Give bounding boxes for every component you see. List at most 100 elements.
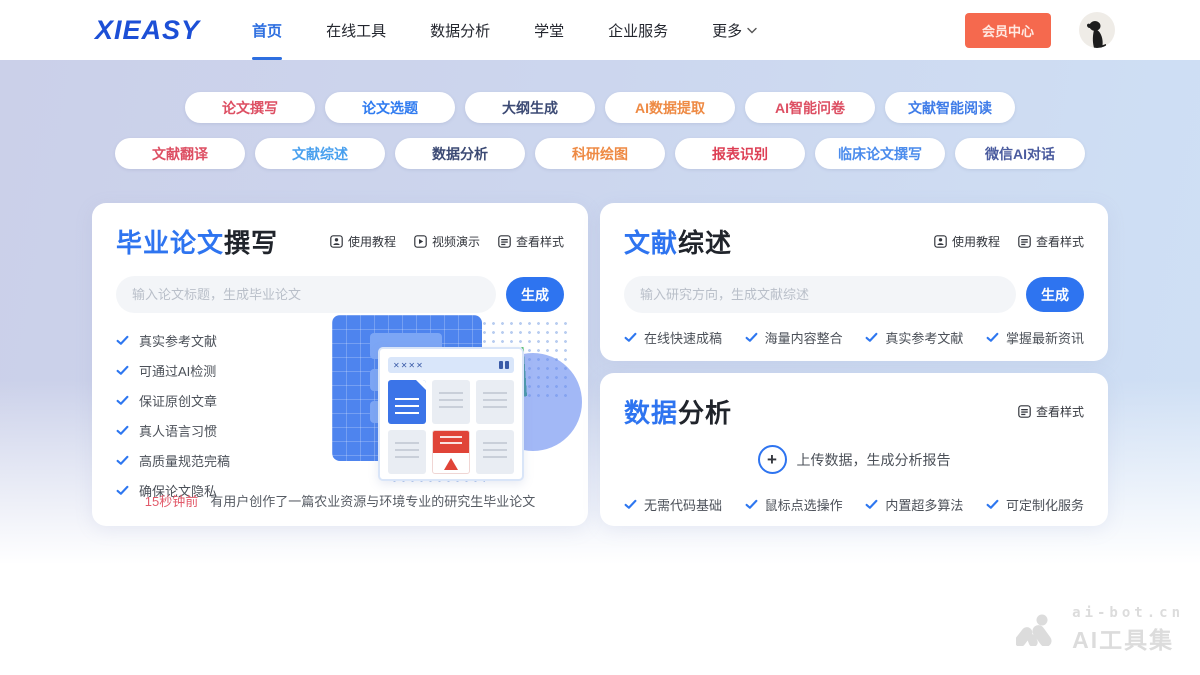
board-search-bar: ✕✕✕✕ — [388, 357, 514, 373]
feature-item: 保证原创文章 — [116, 391, 316, 410]
check-icon — [745, 498, 758, 511]
view-sample-link[interactable]: 查看样式 — [1018, 403, 1084, 420]
feature-cards: 毕业论文撰写 使用教程 视频演示 查看样式 — [92, 203, 1108, 526]
check-icon — [116, 394, 129, 407]
check-icon — [865, 498, 878, 511]
view-sample-link[interactable]: 查看样式 — [498, 233, 564, 250]
thesis-card-title: 毕业论文撰写 — [116, 223, 278, 260]
site-logo[interactable]: XIEASY — [95, 15, 200, 46]
book-icon — [330, 235, 343, 248]
nav-item-enterprise[interactable]: 企业服务 — [586, 0, 690, 60]
upload-text: 上传数据，生成分析报告 — [797, 450, 951, 470]
review-input-row: 生成 — [624, 276, 1084, 313]
feature-item: 可通过AI检测 — [116, 361, 316, 380]
pill-wechat-ai-chat[interactable]: 微信AI对话 — [955, 138, 1085, 169]
pill-outline-generation[interactable]: 大纲生成 — [465, 92, 595, 123]
check-icon — [116, 334, 129, 347]
feature-item: 鼠标点选操作 — [745, 495, 843, 514]
check-icon — [624, 331, 637, 344]
view-sample-link[interactable]: 查看样式 — [1018, 233, 1084, 250]
pill-report-recognition[interactable]: 报表识别 — [675, 138, 805, 169]
thesis-input-row: 生成 — [116, 276, 564, 313]
pill-research-drawing[interactable]: 科研绘图 — [535, 138, 665, 169]
feature-item: 可定制化服务 — [986, 495, 1084, 514]
thesis-title-input[interactable] — [116, 276, 496, 313]
document-board: ✕✕✕✕ — [378, 347, 524, 481]
tutorial-link[interactable]: 使用教程 — [330, 233, 396, 250]
pill-topic-selection[interactable]: 论文选题 — [325, 92, 455, 123]
pill-data-analysis[interactable]: 数据分析 — [395, 138, 525, 169]
document-icon — [1018, 405, 1031, 418]
gray-doc-tile — [432, 380, 470, 424]
review-card-links: 使用教程 查看样式 — [934, 233, 1084, 250]
check-icon — [116, 424, 129, 437]
literature-review-card: 文献综述 使用教程 查看样式 生成 — [600, 203, 1108, 361]
review-topic-input[interactable] — [624, 276, 1016, 313]
gray-doc-tile — [476, 430, 514, 474]
review-card-title: 文献综述 — [624, 223, 732, 260]
watermark-url: ai-bot.cn — [1072, 605, 1184, 621]
thesis-illustration: ✕✕✕✕ — [332, 311, 572, 483]
activity-ticker: 15秒钟前有用户创作了一篇农业资源与环境专业的研究生毕业论文 — [92, 491, 588, 510]
tutorial-link[interactable]: 使用教程 — [934, 233, 1000, 250]
nav-item-online-tools[interactable]: 在线工具 — [304, 0, 408, 60]
hero-section: 论文撰写 论文选题 大纲生成 AI数据提取 AI智能问卷 文献智能阅读 文献翻译… — [0, 60, 1200, 675]
pill-literature-translation[interactable]: 文献翻译 — [115, 138, 245, 169]
ai-bot-logo-icon — [1016, 614, 1062, 646]
check-icon — [116, 454, 129, 467]
gray-doc-tile — [388, 430, 426, 474]
gray-doc-tile — [476, 380, 514, 424]
feature-item: 掌握最新资讯 — [986, 328, 1084, 347]
pdf-tile — [432, 430, 470, 474]
feature-item: 无需代码基础 — [624, 495, 722, 514]
check-icon — [986, 331, 999, 344]
feature-item: 内置超多算法 — [865, 495, 963, 514]
upload-plus-icon[interactable]: + — [758, 445, 787, 474]
analysis-card-title: 数据分析 — [624, 393, 732, 430]
blue-doc-tile — [388, 380, 426, 424]
quick-tools-row-1: 论文撰写 论文选题 大纲生成 AI数据提取 AI智能问卷 文献智能阅读 — [0, 60, 1200, 123]
analysis-card-links: 查看样式 — [1018, 403, 1084, 420]
user-avatar[interactable] — [1079, 12, 1115, 48]
thesis-card-header: 毕业论文撰写 使用教程 视频演示 查看样式 — [116, 223, 564, 260]
nav-item-academy[interactable]: 学堂 — [512, 0, 586, 60]
chevron-down-icon — [747, 27, 757, 34]
nav-item-more[interactable]: 更多 — [690, 0, 779, 60]
feature-item: 真人语言习惯 — [116, 421, 316, 440]
ticker-time: 15秒钟前 — [145, 494, 198, 509]
ticker-text: 有用户创作了一篇农业资源与环境专业的研究生毕业论文 — [210, 494, 535, 509]
watermark: ai-bot.cn AI工具集 — [1016, 605, 1184, 655]
right-cards-column: 文献综述 使用教程 查看样式 生成 — [600, 203, 1108, 526]
avatar-dog-silhouette — [1084, 18, 1110, 48]
thesis-generate-button[interactable]: 生成 — [506, 277, 564, 312]
check-icon — [986, 498, 999, 511]
data-analysis-card: 数据分析 查看样式 + 上传数据，生成分析报告 无需代码基础 鼠标点选操 — [600, 373, 1108, 526]
nav-item-home[interactable]: 首页 — [230, 0, 304, 60]
grid-icon — [499, 361, 509, 369]
thesis-card-links: 使用教程 视频演示 查看样式 — [330, 233, 564, 250]
play-icon — [414, 235, 427, 248]
pill-smart-literature-reading[interactable]: 文献智能阅读 — [885, 92, 1015, 123]
check-icon — [745, 331, 758, 344]
book-icon — [934, 235, 947, 248]
pill-literature-review[interactable]: 文献综述 — [255, 138, 385, 169]
check-icon — [116, 364, 129, 377]
feature-item: 在线快速成稿 — [624, 328, 722, 347]
review-generate-button[interactable]: 生成 — [1026, 277, 1084, 312]
feature-item: 海量内容整合 — [745, 328, 843, 347]
feature-item: 真实参考文献 — [116, 331, 316, 350]
check-icon — [624, 498, 637, 511]
pill-ai-data-extraction[interactable]: AI数据提取 — [605, 92, 735, 123]
nav-item-data-analysis[interactable]: 数据分析 — [408, 0, 512, 60]
member-center-button[interactable]: 会员中心 — [965, 13, 1051, 48]
pill-paper-writing[interactable]: 论文撰写 — [185, 92, 315, 123]
check-icon — [865, 331, 878, 344]
document-tiles — [388, 380, 514, 474]
main-nav: 首页 在线工具 数据分析 学堂 企业服务 更多 — [230, 0, 779, 60]
feature-item: 真实参考文献 — [865, 328, 963, 347]
pill-clinical-paper-writing[interactable]: 临床论文撰写 — [815, 138, 945, 169]
thesis-feature-list: 真实参考文献 可通过AI检测 保证原创文章 真人语言习惯 高质量规范完稿 确保论… — [116, 331, 316, 500]
pill-ai-questionnaire[interactable]: AI智能问卷 — [745, 92, 875, 123]
video-demo-link[interactable]: 视频演示 — [414, 233, 480, 250]
feature-item: 高质量规范完稿 — [116, 451, 316, 470]
